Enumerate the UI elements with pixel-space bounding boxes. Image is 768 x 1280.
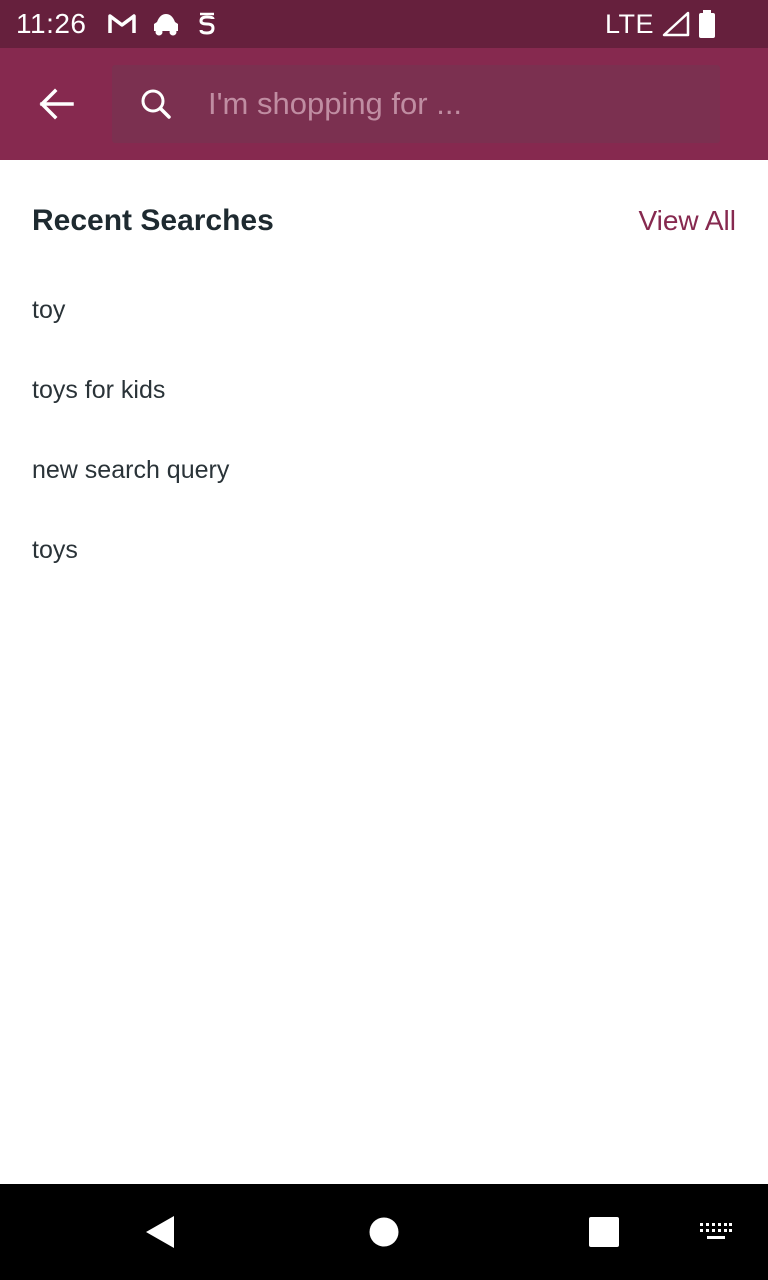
nav-home-button[interactable] bbox=[336, 1184, 432, 1280]
nav-keyboard-button[interactable] bbox=[668, 1184, 764, 1280]
app-bar bbox=[0, 48, 768, 160]
car-icon bbox=[153, 14, 178, 36]
search-box[interactable] bbox=[112, 65, 720, 143]
recent-searches-list: toy toys for kids new search query toys bbox=[0, 270, 768, 590]
status-notification-icons bbox=[107, 11, 219, 37]
arrow-left-icon bbox=[39, 88, 74, 120]
recent-search-item[interactable]: new search query bbox=[0, 430, 768, 510]
status-bar: 11:26 LTE bbox=[0, 0, 768, 48]
keyboard-icon bbox=[700, 1223, 732, 1239]
battery-icon bbox=[699, 10, 715, 38]
gmail-icon bbox=[107, 14, 136, 33]
recent-searches-title: Recent Searches bbox=[32, 204, 274, 237]
status-right: LTE bbox=[605, 9, 752, 40]
signal-icon bbox=[662, 11, 690, 37]
recent-searches-header: Recent Searches View All bbox=[32, 196, 736, 246]
screen: 11:26 LTE I'm shopping for ... Recent Se… bbox=[0, 0, 768, 1280]
network-type: LTE bbox=[604, 8, 654, 39]
home-circle-icon bbox=[369, 1217, 399, 1247]
recent-search-item[interactable]: toy bbox=[0, 270, 768, 350]
app-s-icon bbox=[198, 12, 215, 35]
nav-recents-button[interactable] bbox=[556, 1184, 652, 1280]
nav-back-button[interactable] bbox=[112, 1184, 208, 1280]
recent-search-item[interactable]: toys for kids bbox=[0, 350, 768, 430]
recent-search-item[interactable]: toys bbox=[0, 510, 768, 590]
view-all-link[interactable]: View All bbox=[638, 205, 736, 237]
back-button[interactable] bbox=[20, 68, 92, 140]
status-time: 11:26 bbox=[16, 8, 87, 39]
search-input[interactable] bbox=[184, 65, 720, 143]
back-triangle-icon bbox=[146, 1216, 174, 1248]
recents-square-icon bbox=[589, 1217, 619, 1247]
search-icon-wrap bbox=[140, 88, 184, 120]
system-nav-bar bbox=[0, 1184, 768, 1280]
search-icon bbox=[141, 89, 171, 119]
